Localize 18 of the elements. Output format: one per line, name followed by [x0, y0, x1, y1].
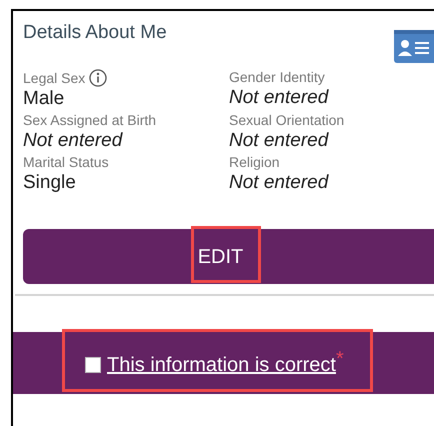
info-icon[interactable] — [89, 69, 108, 87]
field-value: Not entered — [23, 129, 124, 152]
field-label: Sex Assigned at Birth — [23, 112, 156, 129]
confirm-link[interactable]: This information is correct — [107, 350, 336, 380]
field-label: Gender Identity — [229, 69, 325, 86]
field-label: Legal Sex — [23, 70, 86, 86]
field-value: Male — [23, 87, 66, 110]
field-label: Religion — [229, 154, 280, 171]
checkbox[interactable] — [85, 357, 101, 373]
field-value: Not entered — [229, 171, 330, 194]
field-label: Marital Status — [23, 154, 109, 171]
field-label: Sexual Orientation — [229, 112, 344, 129]
field-value: Not entered — [229, 129, 330, 152]
card-title: Details About Me — [23, 21, 167, 45]
required-mark: * — [336, 347, 344, 370]
field-value: Not entered — [229, 86, 330, 109]
field-value: Single — [23, 171, 77, 194]
edit-button[interactable]: EDIT — [23, 229, 434, 284]
